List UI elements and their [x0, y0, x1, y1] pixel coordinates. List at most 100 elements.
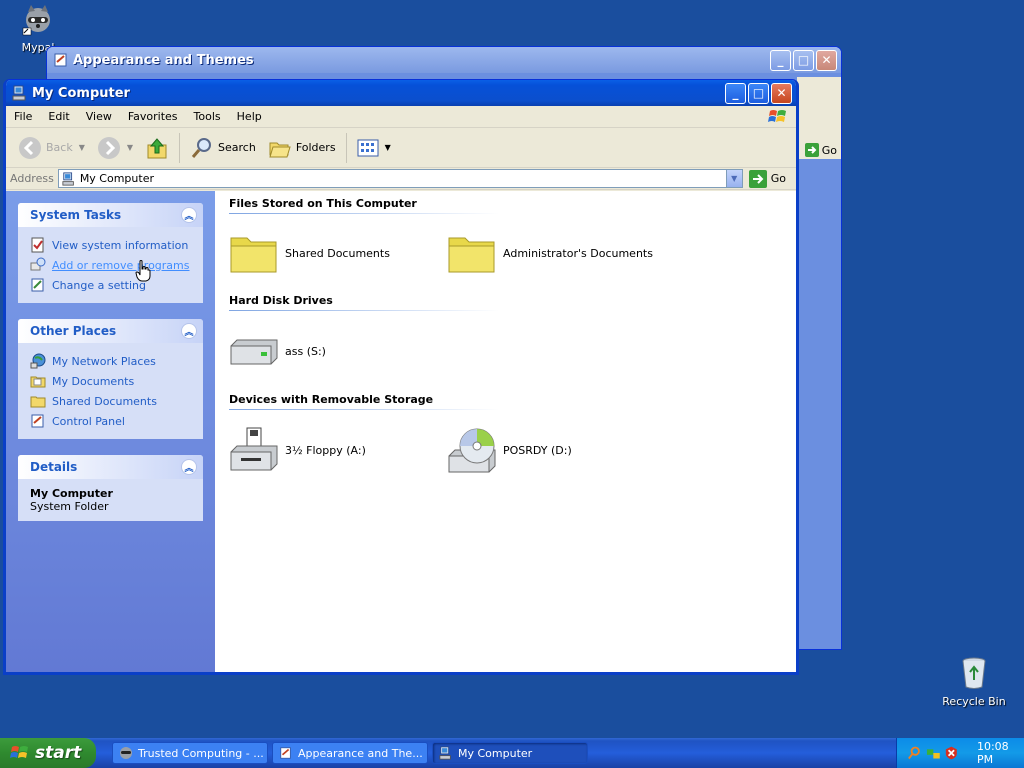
chevron-down-icon[interactable]: ▼: [127, 143, 133, 152]
clock: 10:08 PM: [976, 740, 1009, 766]
taskbar-button-appearance-and-themes[interactable]: Appearance and The...: [272, 742, 428, 764]
toolbar: Back ▼ ▼ Search Folders ▼: [6, 128, 796, 168]
item-shared-documents[interactable]: Shared Documents: [229, 232, 447, 274]
task-buttons: Trusted Computing - ... Appearance and T…: [112, 742, 896, 764]
security-alert-icon[interactable]: [944, 745, 959, 761]
panel-header[interactable]: Other Places ︽: [18, 319, 203, 343]
task-label: View system information: [52, 238, 189, 252]
item-label: Administrator's Documents: [503, 246, 653, 260]
close-button[interactable]: ✕: [816, 49, 837, 71]
menu-file[interactable]: File: [6, 110, 40, 123]
desktop-icon-recycle-bin[interactable]: Recycle Bin: [939, 656, 1009, 708]
folders-icon: [269, 142, 291, 157]
task-label: Change a setting: [52, 278, 146, 292]
taskbar-button-trusted-computing[interactable]: Trusted Computing - ...: [112, 742, 268, 764]
menu-edit[interactable]: Edit: [40, 110, 77, 123]
place-control-panel[interactable]: Control Panel: [30, 411, 191, 431]
place-my-network-places[interactable]: My Network Places: [30, 351, 191, 371]
menu-view[interactable]: View: [78, 110, 120, 123]
item-floppy-a[interactable]: 3½ Floppy (A:): [229, 426, 447, 474]
minimize-button[interactable]: _: [725, 82, 746, 104]
place-shared-documents[interactable]: Shared Documents: [30, 391, 191, 411]
start-button[interactable]: start: [0, 738, 96, 768]
go-button[interactable]: Go: [748, 169, 786, 188]
minimize-button[interactable]: _: [770, 49, 791, 71]
task-pane: System Tasks ︽ View system information A…: [6, 191, 215, 672]
item-label: ass (S:): [285, 344, 326, 358]
address-dropdown-button[interactable]: ▼: [725, 170, 742, 187]
windows-logo-icon: [768, 110, 786, 122]
start-label: start: [35, 743, 82, 763]
forward-button[interactable]: ▼: [91, 131, 139, 165]
toolbar-separator: [179, 132, 181, 163]
address-value: My Computer: [79, 172, 154, 185]
go-button[interactable]: Go: [804, 143, 837, 157]
panel-other-places: Other Places ︽ My Network Places My Docu…: [18, 319, 203, 439]
maximize-button[interactable]: □: [793, 49, 814, 71]
collapse-icon[interactable]: ︽: [181, 323, 197, 339]
system-tray: 10:08 PM: [896, 738, 1024, 768]
place-label: Shared Documents: [52, 394, 157, 408]
system-info-icon: [31, 237, 44, 253]
panel-details: Details ︽ My Computer System Folder: [18, 455, 203, 521]
menu-favorites[interactable]: Favorites: [120, 110, 186, 123]
close-button[interactable]: ✕: [771, 82, 792, 104]
control-panel-icon: [31, 414, 44, 428]
maximize-button[interactable]: □: [748, 82, 769, 104]
task-add-or-remove-programs[interactable]: Add or remove programs: [30, 255, 191, 275]
group-items: 3½ Floppy (A:) POSRDY (D:): [229, 410, 796, 490]
titlebar[interactable]: Appearance and Themes _ □ ✕: [47, 47, 841, 73]
titlebar[interactable]: My Computer _ □ ✕: [6, 80, 796, 106]
search-tray-icon[interactable]: [907, 745, 922, 761]
window-title: Appearance and Themes: [73, 52, 254, 68]
change-setting-icon: [31, 278, 44, 292]
my-computer-icon: [62, 171, 74, 186]
address-input[interactable]: My Computer ▼: [57, 169, 743, 188]
collapse-icon[interactable]: ︽: [181, 459, 197, 475]
chevron-down-icon[interactable]: ▼: [79, 143, 85, 152]
search-button[interactable]: Search: [184, 131, 262, 165]
back-label: Back: [46, 141, 73, 154]
window-my-computer[interactable]: My Computer _ □ ✕ File Edit View Favorit…: [3, 79, 799, 675]
cd-drive-icon: [448, 428, 496, 473]
views-button[interactable]: ▼: [351, 131, 397, 165]
details-type: System Folder: [30, 500, 109, 513]
hard-disk-icon: [230, 339, 278, 365]
place-my-documents[interactable]: My Documents: [30, 371, 191, 391]
search-label: Search: [218, 141, 256, 154]
group-items: ass (S:): [229, 311, 796, 391]
task-change-a-setting[interactable]: Change a setting: [30, 275, 191, 295]
desktop-icon-label: Recycle Bin: [942, 695, 1006, 708]
recycle-bin-icon: [962, 657, 986, 689]
item-cd-drive-d[interactable]: POSRDY (D:): [447, 426, 665, 474]
menu-bar: File Edit View Favorites Tools Help: [6, 106, 796, 128]
go-label: Go: [821, 143, 837, 157]
taskbar-button-label: My Computer: [458, 746, 533, 760]
network-places-icon: [30, 353, 46, 369]
item-label: 3½ Floppy (A:): [285, 443, 366, 457]
item-hard-disk-s[interactable]: ass (S:): [229, 336, 447, 366]
my-documents-icon: [30, 376, 46, 388]
floppy-drive-icon: [230, 427, 278, 471]
folders-button[interactable]: Folders: [262, 131, 342, 165]
up-button[interactable]: [139, 131, 175, 165]
menu-tools[interactable]: Tools: [186, 110, 229, 123]
folder-icon: [448, 237, 495, 273]
task-label: Add or remove programs: [52, 258, 190, 272]
group-header: Devices with Removable Storage: [229, 393, 434, 406]
panel-body: My Computer System Folder: [18, 479, 203, 521]
panel-header[interactable]: System Tasks ︽: [18, 203, 203, 227]
panel-title: Other Places: [30, 324, 117, 338]
network-tray-icon[interactable]: [926, 745, 941, 761]
collapse-icon[interactable]: ︽: [181, 207, 197, 223]
task-view-system-information[interactable]: View system information: [30, 235, 191, 255]
taskbar: start Trusted Computing - ... Appearance…: [0, 738, 1024, 768]
chevron-down-icon[interactable]: ▼: [385, 143, 391, 152]
menu-help[interactable]: Help: [229, 110, 270, 123]
my-computer-icon: [439, 746, 451, 760]
panel-header[interactable]: Details ︽: [18, 455, 203, 479]
taskbar-button-my-computer[interactable]: My Computer: [432, 742, 588, 764]
folder-icon: [30, 396, 46, 408]
item-administrators-documents[interactable]: Administrator's Documents: [447, 232, 665, 274]
back-button[interactable]: Back ▼: [12, 131, 91, 165]
